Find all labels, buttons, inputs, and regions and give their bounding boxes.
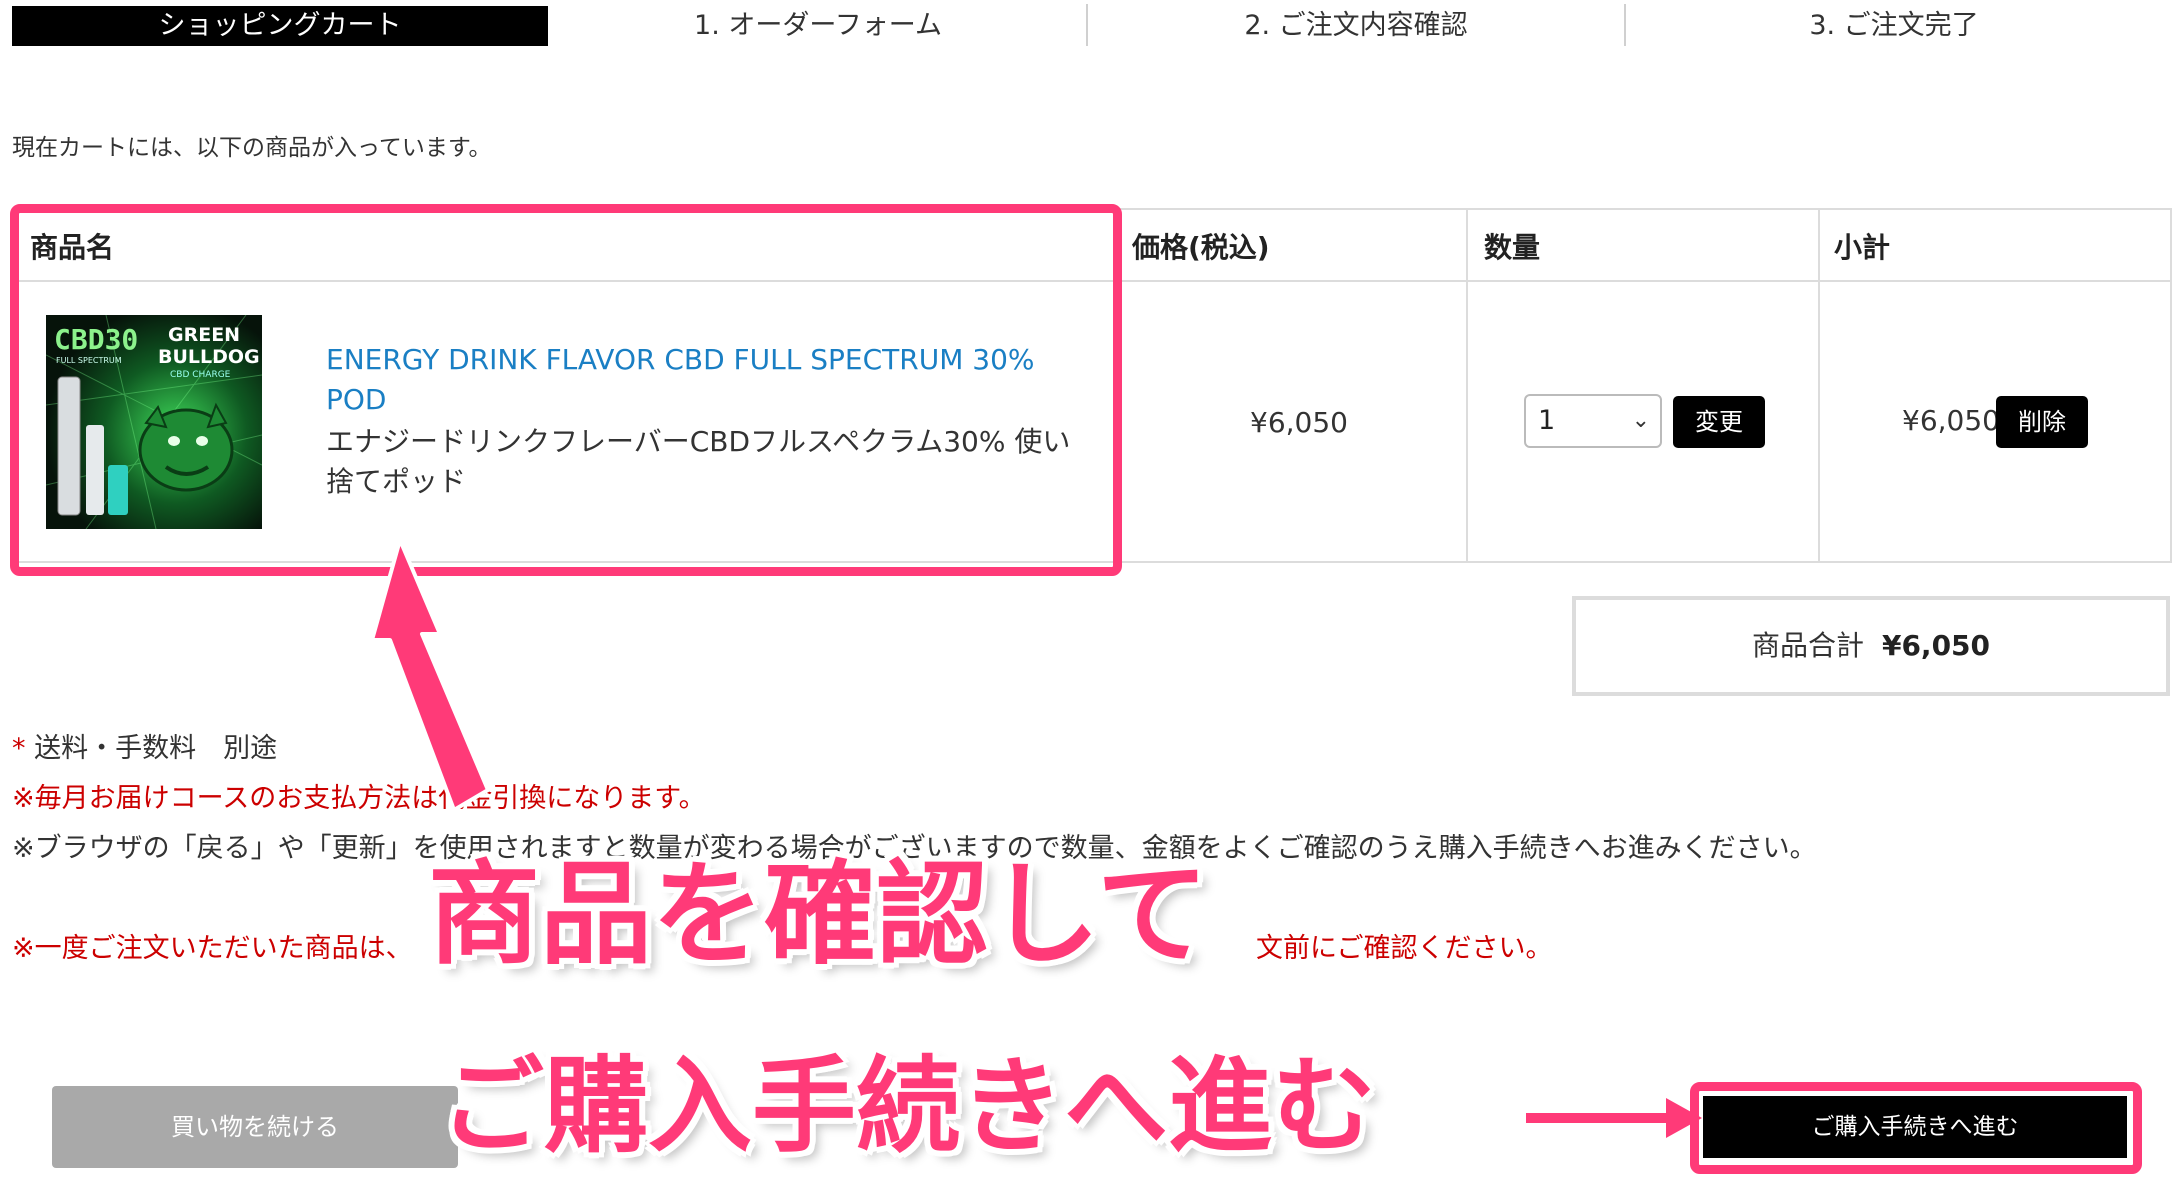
arrow-up-icon <box>370 538 490 812</box>
callout-confirm-product: 商品を確認して <box>428 850 1209 980</box>
callout-proceed-checkout: ご購入手続きへ進む <box>440 1045 1377 1167</box>
arrow-right-icon <box>1526 1098 1702 1138</box>
annotation-arrows <box>370 538 1702 1138</box>
